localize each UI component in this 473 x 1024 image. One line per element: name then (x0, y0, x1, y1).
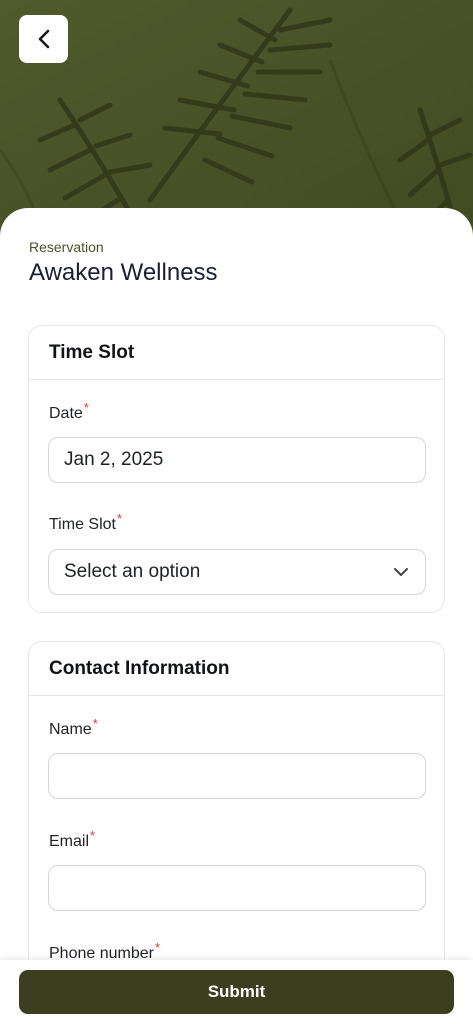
contact-information-heading: Contact Information (29, 642, 444, 696)
name-label: Name* (49, 716, 98, 739)
reservation-screen: Reservation Awaken Wellness Time Slot Da… (0, 0, 473, 1024)
email-field[interactable] (48, 865, 426, 911)
chevron-left-icon (38, 29, 49, 49)
back-button[interactable] (19, 15, 68, 63)
email-label-text: Email (49, 833, 90, 850)
reservation-eyebrow: Reservation (29, 239, 104, 255)
time-slot-select[interactable]: Select an option (48, 549, 426, 595)
required-marker: * (116, 511, 123, 526)
time-slot-label-text: Time Slot (49, 516, 116, 533)
time-slot-select-value: Select an option (64, 561, 201, 582)
reservation-sheet: Reservation Awaken Wellness Time Slot Da… (0, 208, 473, 1024)
chevron-down-icon (394, 568, 408, 576)
submit-button[interactable]: Submit (19, 970, 454, 1014)
date-label-text: Date (49, 405, 83, 422)
time-slot-heading: Time Slot (29, 326, 444, 380)
required-marker: * (92, 716, 98, 731)
name-field[interactable] (48, 753, 426, 799)
date-label: Date* (49, 400, 89, 423)
required-marker: * (83, 400, 89, 415)
date-field[interactable] (48, 437, 426, 483)
required-marker: * (90, 828, 96, 843)
name-label-text: Name (49, 721, 92, 738)
email-label: Email* (49, 828, 95, 851)
time-slot-card: Time Slot Date* Time Slot* Select an opt… (28, 325, 445, 613)
required-marker: * (154, 940, 161, 955)
time-slot-label: Time Slot* (49, 511, 122, 534)
footer-bar: Submit (0, 960, 473, 1024)
page-title: Awaken Wellness (29, 259, 218, 286)
